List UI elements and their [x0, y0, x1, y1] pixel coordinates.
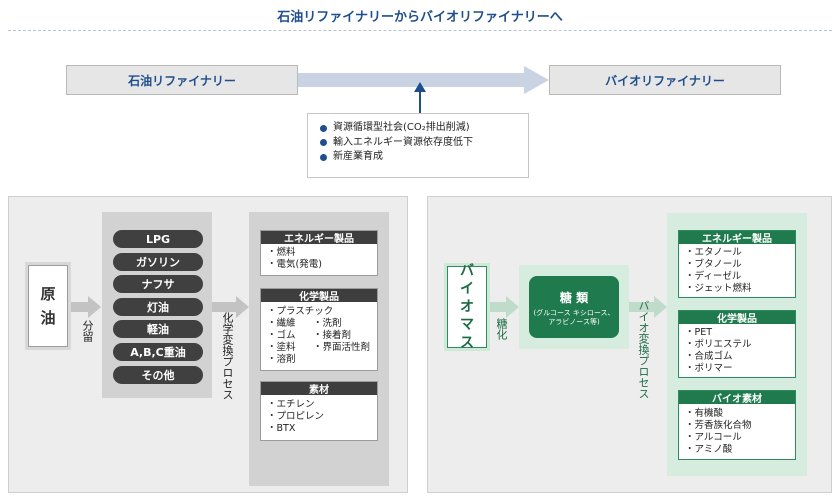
benefit-item: 輸入エネルギー資源依存度低下: [320, 136, 518, 151]
product-item: ・ポリエステル: [685, 339, 752, 350]
product-item: ・エタノール: [685, 247, 742, 258]
bio-chemical-products-box: 化学製品 ・PET ・ポリエステル ・合成ゴム ・ポリマー: [678, 310, 796, 378]
product-item: ・合成ゴム: [685, 351, 733, 362]
bullet-dot-icon: [320, 139, 327, 147]
benefit-item: 新産業育成: [320, 150, 518, 165]
product-item: ・芳香族化合物: [685, 420, 752, 431]
petro-refinery-box: 石油リファイナリー: [66, 65, 298, 95]
saccharification-label: 糖化: [495, 318, 508, 340]
product-item: ・プラスチック: [267, 306, 334, 317]
product-item: ・エチレン: [267, 399, 315, 410]
chemical-products-box: 化学製品 ・プラスチック ・繊維 ・ゴム ・塗料 ・溶剤 ・洗剤 ・接着剤 ・界…: [260, 288, 378, 371]
bullet-dot-icon: [320, 153, 327, 161]
product-item: ・ジェット燃料: [685, 283, 752, 294]
product-item: ・プロピレン: [267, 411, 325, 422]
fraction-pill: その他: [113, 366, 203, 384]
product-item: ・ゴム: [267, 330, 296, 341]
fraction-pill: ガソリン: [113, 253, 203, 271]
fraction-pill: A,B,C重油: [113, 343, 203, 361]
bio-energy-products-heading: エネルギー製品: [679, 231, 795, 245]
sugars-subtitle: (グルコース キシロース、アラビノース等): [533, 309, 615, 326]
bio-material-products-box: バイオ素材 ・有機酸 ・芳香族化合物 ・アルコール ・アミノ酸: [678, 390, 796, 460]
diagram-title: 石油リファイナリーからバイオリファイナリーへ: [277, 10, 563, 25]
bio-energy-products-box: エネルギー製品 ・エタノール ・ブタノール ・ディーゼル ・ジェット燃料: [678, 230, 796, 298]
fraction-pill: 軽油: [113, 320, 203, 338]
fraction-pill: ナフサ: [113, 275, 203, 293]
material-products-heading: 素材: [261, 382, 377, 396]
product-item: ・ポリマー: [685, 363, 733, 374]
product-item: ・接着剤: [313, 330, 352, 341]
product-item: ・アルコール: [685, 432, 742, 443]
product-item: ・有機酸: [685, 408, 724, 419]
benefits-box: 資源循環型社会(CO₂排出削減) 輸入エネルギー資源依存度低下 新産業育成: [307, 113, 529, 178]
sugars-box: 糖 類 (グルコース キシロース、アラビノース等): [529, 276, 619, 338]
biomass-box: バ イ オ マ ス: [447, 263, 487, 351]
crude-oil-box: 原 油: [28, 265, 68, 347]
title-divider: [8, 30, 832, 31]
bullet-dot-icon: [320, 124, 327, 132]
distillation-label: 分留: [81, 320, 94, 342]
saccharify-arrow-icon: [488, 296, 519, 318]
product-item: ・洗剤: [313, 318, 342, 329]
product-item: ・ブタノール: [685, 259, 742, 270]
sugars-title: 糖 類: [559, 291, 589, 305]
bio-material-products-heading: バイオ素材: [679, 391, 795, 405]
product-item: ・電気(発電): [267, 259, 322, 270]
bio-refinery-box: バイオリファイナリー: [549, 65, 781, 95]
benefit-up-arrow: [414, 82, 426, 114]
product-item: ・繊維: [267, 318, 296, 329]
distill-arrow-icon: [68, 296, 101, 318]
energy-products-heading: エネルギー製品: [261, 231, 377, 245]
product-item: ・PET: [685, 327, 713, 338]
bio-chemical-products-heading: 化学製品: [679, 311, 795, 325]
bio-conversion-label: バイオ変換プロセス: [637, 300, 650, 399]
material-products-box: 素材 ・エチレン ・プロピレン ・BTX: [260, 381, 378, 441]
product-item: ・溶剤: [267, 354, 296, 365]
fraction-pill: 灯油: [113, 298, 203, 316]
chemical-products-heading: 化学製品: [261, 289, 377, 303]
product-item: ・燃料: [267, 247, 296, 258]
product-item: ・塗料: [267, 342, 296, 353]
product-item: ・BTX: [267, 423, 296, 434]
product-item: ・界面活性剤: [313, 342, 371, 353]
fraction-pill: LPG: [113, 230, 203, 248]
chemical-conversion-label: 化学変換プロセス: [221, 312, 234, 400]
benefit-item: 資源循環型社会(CO₂排出削減): [320, 121, 518, 136]
product-item: ・ディーゼル: [685, 271, 742, 282]
product-item: ・アミノ酸: [685, 444, 733, 455]
energy-products-box: エネルギー製品 ・燃料 ・電気(発電): [260, 230, 378, 276]
